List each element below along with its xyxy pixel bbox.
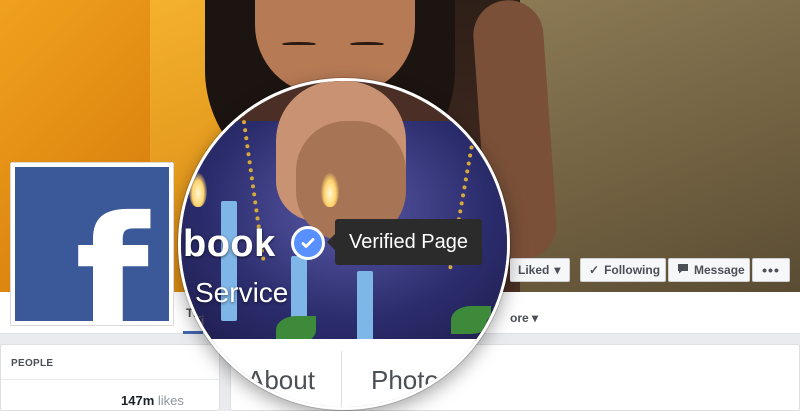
tab-more[interactable]: ore ▾ — [510, 311, 538, 325]
page-name: book — [183, 223, 276, 265]
cover-eye-right — [350, 42, 384, 46]
lens-divider — [341, 351, 342, 407]
likes-count: 147m likes — [121, 393, 184, 408]
caret-down-icon: ▾ — [554, 263, 561, 277]
following-button[interactable]: ✓ Following — [580, 258, 666, 282]
cover-shirt-right — [520, 0, 800, 292]
liked-button[interactable]: Liked ▾ — [510, 258, 570, 282]
message-button[interactable]: Message — [668, 258, 750, 282]
lens-candle-flame — [321, 173, 339, 207]
following-label: Following — [604, 263, 661, 277]
lens-tab-more: ore — [486, 313, 505, 328]
lens-content-area — [181, 339, 507, 407]
lens-candle-flame — [189, 173, 207, 207]
caret-down-icon: ▾ — [532, 311, 539, 325]
photos-section-label: Photos — [371, 365, 452, 395]
lens-candle — [357, 271, 373, 341]
people-header: PEOPLE — [11, 358, 54, 369]
about-section-label: About — [247, 365, 315, 395]
facebook-f-glyph: f — [75, 181, 149, 321]
tab-more-label: ore — [510, 311, 529, 325]
verified-check-icon[interactable] — [291, 226, 325, 260]
page-category: Service — [195, 277, 289, 308]
likes-suffix: likes — [157, 393, 184, 408]
lens-tab-timeline: Ti — [193, 313, 205, 328]
facebook-logo: f — [15, 167, 169, 321]
profile-picture[interactable]: f — [10, 162, 174, 326]
checkmark-icon: ✓ — [589, 263, 600, 277]
lens-leaf — [451, 306, 491, 334]
more-options-button[interactable]: ••• — [752, 258, 790, 282]
message-label: Message — [694, 263, 745, 277]
message-icon — [677, 263, 689, 277]
cover-eye-left — [282, 42, 316, 46]
likes-number: 147m — [121, 393, 155, 408]
more-options-icon: ••• — [762, 262, 780, 278]
verified-tooltip: Verified Page — [327, 219, 482, 265]
liked-label: Liked — [518, 263, 550, 277]
magnifier-lens: book Verified Page Service Ti ore About … — [178, 78, 510, 410]
